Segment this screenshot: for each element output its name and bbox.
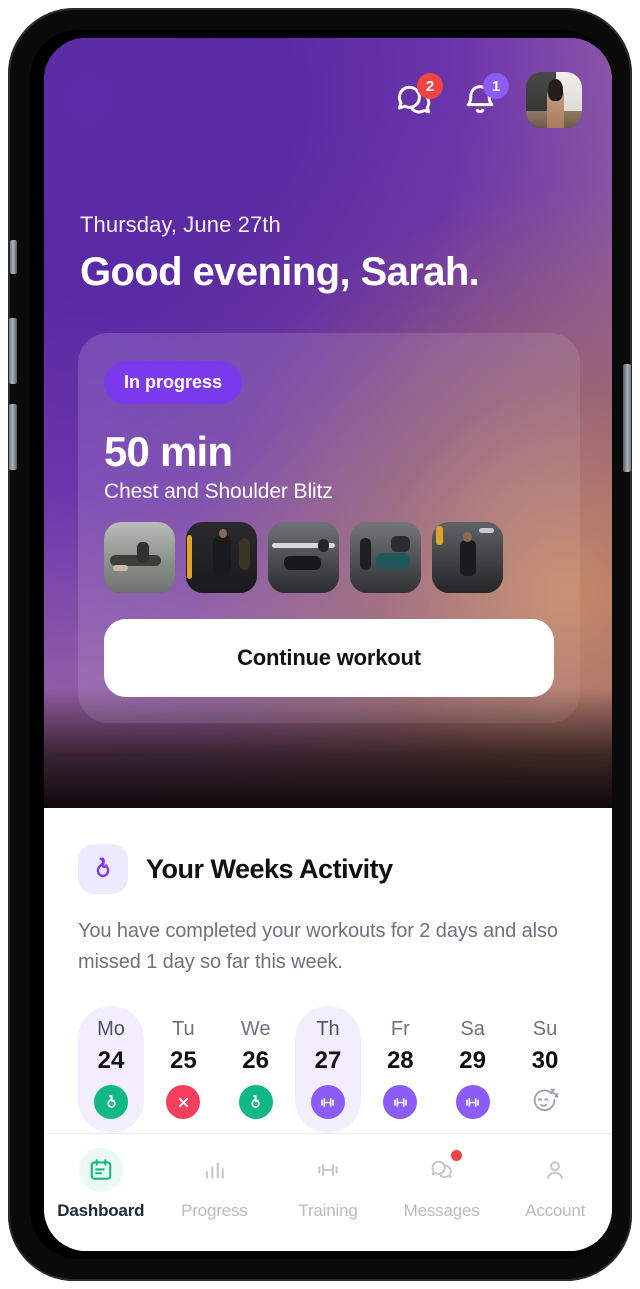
greeting-block: Thursday, June 27th Good evening, Sarah. bbox=[44, 134, 612, 295]
flame-icon bbox=[96, 857, 110, 878]
week-day[interactable]: Su 30 bbox=[512, 1006, 578, 1133]
dumbbell-icon bbox=[321, 1097, 335, 1107]
exercise-thumbnail[interactable] bbox=[186, 522, 257, 593]
hero-section: 2 1 Thursday, June 27th Good evening, Sa… bbox=[44, 38, 612, 808]
phone-screen: 2 1 Thursday, June 27th Good evening, Sa… bbox=[44, 38, 612, 1251]
nav-label: Progress bbox=[181, 1201, 248, 1220]
day-number: 26 bbox=[242, 1047, 269, 1074]
day-number: 25 bbox=[169, 1047, 197, 1074]
greeting-title: Good evening, Sarah. bbox=[80, 250, 480, 294]
nav-label: Messages bbox=[403, 1201, 480, 1220]
chat-bubbles-icon bbox=[431, 1160, 452, 1178]
exercise-thumbnail-list bbox=[104, 522, 554, 593]
day-of-week: Tu bbox=[172, 1018, 195, 1040]
person-icon bbox=[547, 1161, 564, 1179]
current-date: Thursday, June 27th bbox=[80, 212, 281, 237]
flame-icon bbox=[251, 1094, 260, 1108]
nav-label: Account bbox=[525, 1201, 586, 1220]
week-day[interactable]: Sa 29 bbox=[440, 1006, 506, 1133]
week-day-today[interactable]: Th 27 bbox=[294, 1006, 361, 1133]
notifications-badge: 1 bbox=[483, 73, 509, 99]
day-number: 24 bbox=[97, 1047, 125, 1074]
day-number: 27 bbox=[314, 1047, 342, 1074]
messages-icon-button[interactable]: 2 bbox=[394, 73, 443, 120]
mute-switch[interactable] bbox=[10, 240, 17, 274]
day-number: 30 bbox=[531, 1047, 559, 1074]
nav-label: Dashboard bbox=[57, 1201, 145, 1220]
avatar[interactable] bbox=[526, 72, 582, 128]
day-status-missed bbox=[166, 1085, 201, 1119]
dumbbell-icon bbox=[318, 1164, 338, 1176]
day-of-week: Su bbox=[532, 1018, 558, 1040]
day-number: 28 bbox=[386, 1047, 414, 1074]
workout-name: Chest and Shoulder Blitz bbox=[104, 480, 333, 503]
week-activity-strip: Mo 24 Tu 25 We 26 Th 27 Fr 28 Sa 29 Su 3… bbox=[78, 1006, 578, 1133]
nav-icon-wrap bbox=[192, 1148, 236, 1192]
sleeping-face-icon bbox=[533, 1088, 559, 1112]
exercise-thumbnail[interactable] bbox=[104, 522, 175, 593]
day-of-week: Fr bbox=[390, 1018, 410, 1040]
calendar-icon bbox=[90, 1159, 112, 1180]
bar-chart-icon bbox=[206, 1162, 225, 1179]
flame-icon bbox=[106, 1094, 116, 1108]
volume-down-button[interactable] bbox=[9, 404, 17, 470]
exercise-thumbnail[interactable] bbox=[432, 522, 503, 593]
volume-up-button[interactable] bbox=[9, 318, 17, 384]
nav-icon-wrap bbox=[420, 1148, 464, 1192]
nav-icon-wrap bbox=[306, 1148, 350, 1192]
day-status-rest bbox=[528, 1085, 562, 1119]
nav-tab-account[interactable]: Account bbox=[498, 1148, 612, 1221]
screenshot-stage: 2 1 Thursday, June 27th Good evening, Sa… bbox=[0, 0, 640, 1289]
activity-title: Your Weeks Activity bbox=[146, 853, 393, 884]
week-day[interactable]: We 26 bbox=[223, 1006, 289, 1133]
day-status-planned bbox=[310, 1085, 345, 1119]
nav-tab-progress[interactable]: Progress bbox=[158, 1148, 272, 1221]
day-status-planned bbox=[383, 1085, 418, 1119]
day-status-done bbox=[94, 1085, 128, 1119]
week-day[interactable]: Fr 28 bbox=[367, 1006, 433, 1133]
notifications-icon-button[interactable]: 1 bbox=[460, 73, 509, 120]
day-of-week: Sa bbox=[460, 1018, 485, 1040]
week-day[interactable]: Mo 24 bbox=[78, 1006, 144, 1133]
bottom-navigation: Dashboard Progress Training Messages Acc… bbox=[44, 1133, 612, 1251]
exercise-thumbnail[interactable] bbox=[350, 522, 421, 593]
nav-icon-wrap bbox=[533, 1148, 577, 1192]
nav-tab-messages[interactable]: Messages bbox=[385, 1148, 499, 1221]
app-header: 2 1 bbox=[44, 38, 612, 134]
day-of-week: Th bbox=[316, 1018, 340, 1040]
activity-panel: Your Weeks Activity You have completed y… bbox=[44, 808, 612, 1133]
day-status-planned bbox=[455, 1085, 490, 1119]
messages-unread-dot bbox=[450, 1150, 462, 1161]
day-status-done bbox=[238, 1085, 273, 1119]
nav-label: Training bbox=[298, 1201, 358, 1220]
close-x-icon bbox=[178, 1097, 188, 1107]
nav-tab-training[interactable]: Training bbox=[271, 1148, 385, 1221]
active-workout-card[interactable]: In progress 50 min Chest and Shoulder Bl… bbox=[78, 333, 580, 723]
flame-icon-badge bbox=[78, 844, 128, 894]
dumbbell-icon bbox=[393, 1097, 407, 1107]
power-button[interactable] bbox=[623, 364, 631, 472]
phone-frame: 2 1 Thursday, June 27th Good evening, Sa… bbox=[8, 8, 632, 1281]
day-of-week: We bbox=[240, 1018, 271, 1040]
workout-duration: 50 min bbox=[104, 428, 233, 475]
day-number: 29 bbox=[459, 1047, 486, 1074]
nav-icon-wrap bbox=[78, 1148, 123, 1192]
exercise-thumbnail[interactable] bbox=[268, 522, 339, 593]
day-of-week: Mo bbox=[97, 1018, 125, 1040]
activity-description: You have completed your workouts for 2 d… bbox=[78, 920, 558, 973]
messages-badge: 2 bbox=[417, 73, 443, 99]
dumbbell-icon bbox=[466, 1097, 479, 1107]
week-day[interactable]: Tu 25 bbox=[150, 1006, 216, 1133]
activity-header: Your Weeks Activity bbox=[78, 844, 578, 894]
continue-workout-button[interactable]: Continue workout bbox=[104, 619, 554, 697]
status-badge: In progress bbox=[104, 361, 243, 404]
nav-tab-dashboard[interactable]: Dashboard bbox=[44, 1148, 158, 1221]
